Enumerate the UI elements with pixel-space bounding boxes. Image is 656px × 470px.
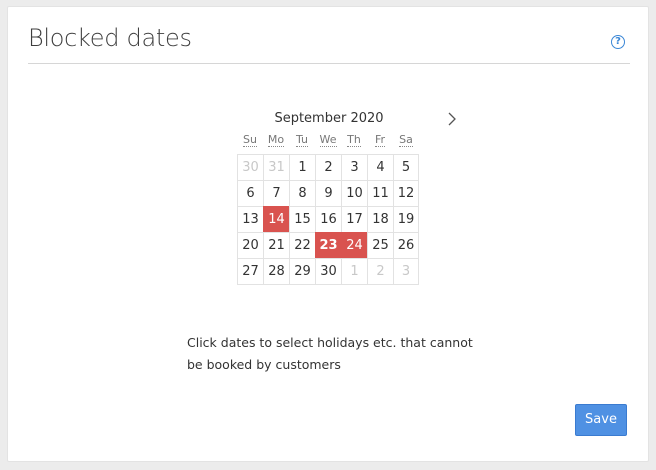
weekday-header: Fr [367, 130, 393, 154]
calendar-day[interactable]: 15 [289, 206, 315, 232]
calendar-day[interactable]: 5 [393, 154, 419, 180]
weekday-label: We [319, 133, 337, 147]
weekday-header-row: Su Mo Tu We Th Fr Sa [237, 130, 421, 154]
help-text: Click dates to select holidays etc. that… [187, 335, 473, 372]
calendar-day[interactable]: 2 [315, 154, 341, 180]
weekday-label: Mo [267, 133, 285, 147]
calendar-day[interactable]: 12 [393, 180, 419, 206]
calendar-day[interactable]: 1 [341, 258, 367, 285]
calendar-day[interactable]: 18 [367, 206, 393, 232]
calendar-day[interactable]: 25 [367, 232, 393, 258]
weekday-label: Th [347, 133, 361, 147]
calendar-day[interactable]: 13 [237, 206, 263, 232]
calendar-day[interactable]: 9 [315, 180, 341, 206]
weekday-label: Tu [295, 133, 309, 147]
calendar-week-row: 30 31 1 2 3 4 5 [237, 154, 421, 180]
calendar-day[interactable]: 30 [237, 154, 263, 180]
calendar-day[interactable]: 22 [289, 232, 315, 258]
weekday-header: Th [341, 130, 367, 154]
calendar-day[interactable]: 17 [341, 206, 367, 232]
calendar-week-row: 20 21 22 23 24 25 26 [237, 232, 421, 258]
chevron-right-icon[interactable] [444, 111, 460, 127]
calendar-day[interactable]: 8 [289, 180, 315, 206]
save-button[interactable]: Save [575, 404, 627, 436]
weekday-header: Sa [393, 130, 419, 154]
weekday-label: Sa [399, 133, 413, 147]
calendar-day[interactable]: 3 [341, 154, 367, 180]
calendar-day[interactable]: 6 [237, 180, 263, 206]
page-title: Blocked dates [28, 24, 192, 52]
calendar-day[interactable]: 30 [315, 258, 341, 285]
calendar-day-blocked[interactable]: 24 [341, 232, 367, 258]
calendar-day[interactable]: 19 [393, 206, 419, 232]
calendar-day[interactable]: 20 [237, 232, 263, 258]
help-icon[interactable]: ? [611, 35, 625, 49]
calendar-day[interactable]: 2 [367, 258, 393, 285]
title-divider [28, 63, 630, 64]
weekday-label: Su [243, 133, 257, 147]
next-month-icon [448, 112, 456, 126]
weekday-label: Fr [374, 133, 386, 147]
weekday-header: We [315, 130, 341, 154]
calendar-week-row: 6 7 8 9 10 11 12 [237, 180, 421, 206]
calendar-day[interactable]: 21 [263, 232, 289, 258]
calendar-week-row: 13 14 15 16 17 18 19 [237, 206, 421, 232]
calendar-day[interactable]: 11 [367, 180, 393, 206]
calendar-day[interactable]: 3 [393, 258, 419, 285]
calendar-day[interactable]: 4 [367, 154, 393, 180]
calendar-day[interactable]: 28 [263, 258, 289, 285]
weekday-header: Tu [289, 130, 315, 154]
calendar-grid: Su Mo Tu We Th Fr Sa 30 31 1 2 3 4 5 6 7 8 9 10 11 12 13 14 15… [237, 130, 421, 285]
calendar-day[interactable]: 7 [263, 180, 289, 206]
calendar-day[interactable]: 10 [341, 180, 367, 206]
blocked-dates-panel: Blocked dates ? September 2020 Su Mo Tu We T… [7, 6, 649, 462]
weekday-header: Mo [263, 130, 289, 154]
calendar-day[interactable]: 27 [237, 258, 263, 285]
calendar-month-label: September 2020 [274, 111, 384, 126]
calendar-day[interactable]: 26 [393, 232, 419, 258]
calendar-day[interactable]: 1 [289, 154, 315, 180]
calendar-day-blocked[interactable]: 23 [315, 232, 341, 258]
calendar-day[interactable]: 16 [315, 206, 341, 232]
calendar-day[interactable]: 29 [289, 258, 315, 285]
calendar-week-row: 27 28 29 30 1 2 3 [237, 258, 421, 285]
weekday-header: Su [237, 130, 263, 154]
calendar-day[interactable]: 31 [263, 154, 289, 180]
calendar-day-blocked[interactable]: 14 [263, 206, 289, 232]
